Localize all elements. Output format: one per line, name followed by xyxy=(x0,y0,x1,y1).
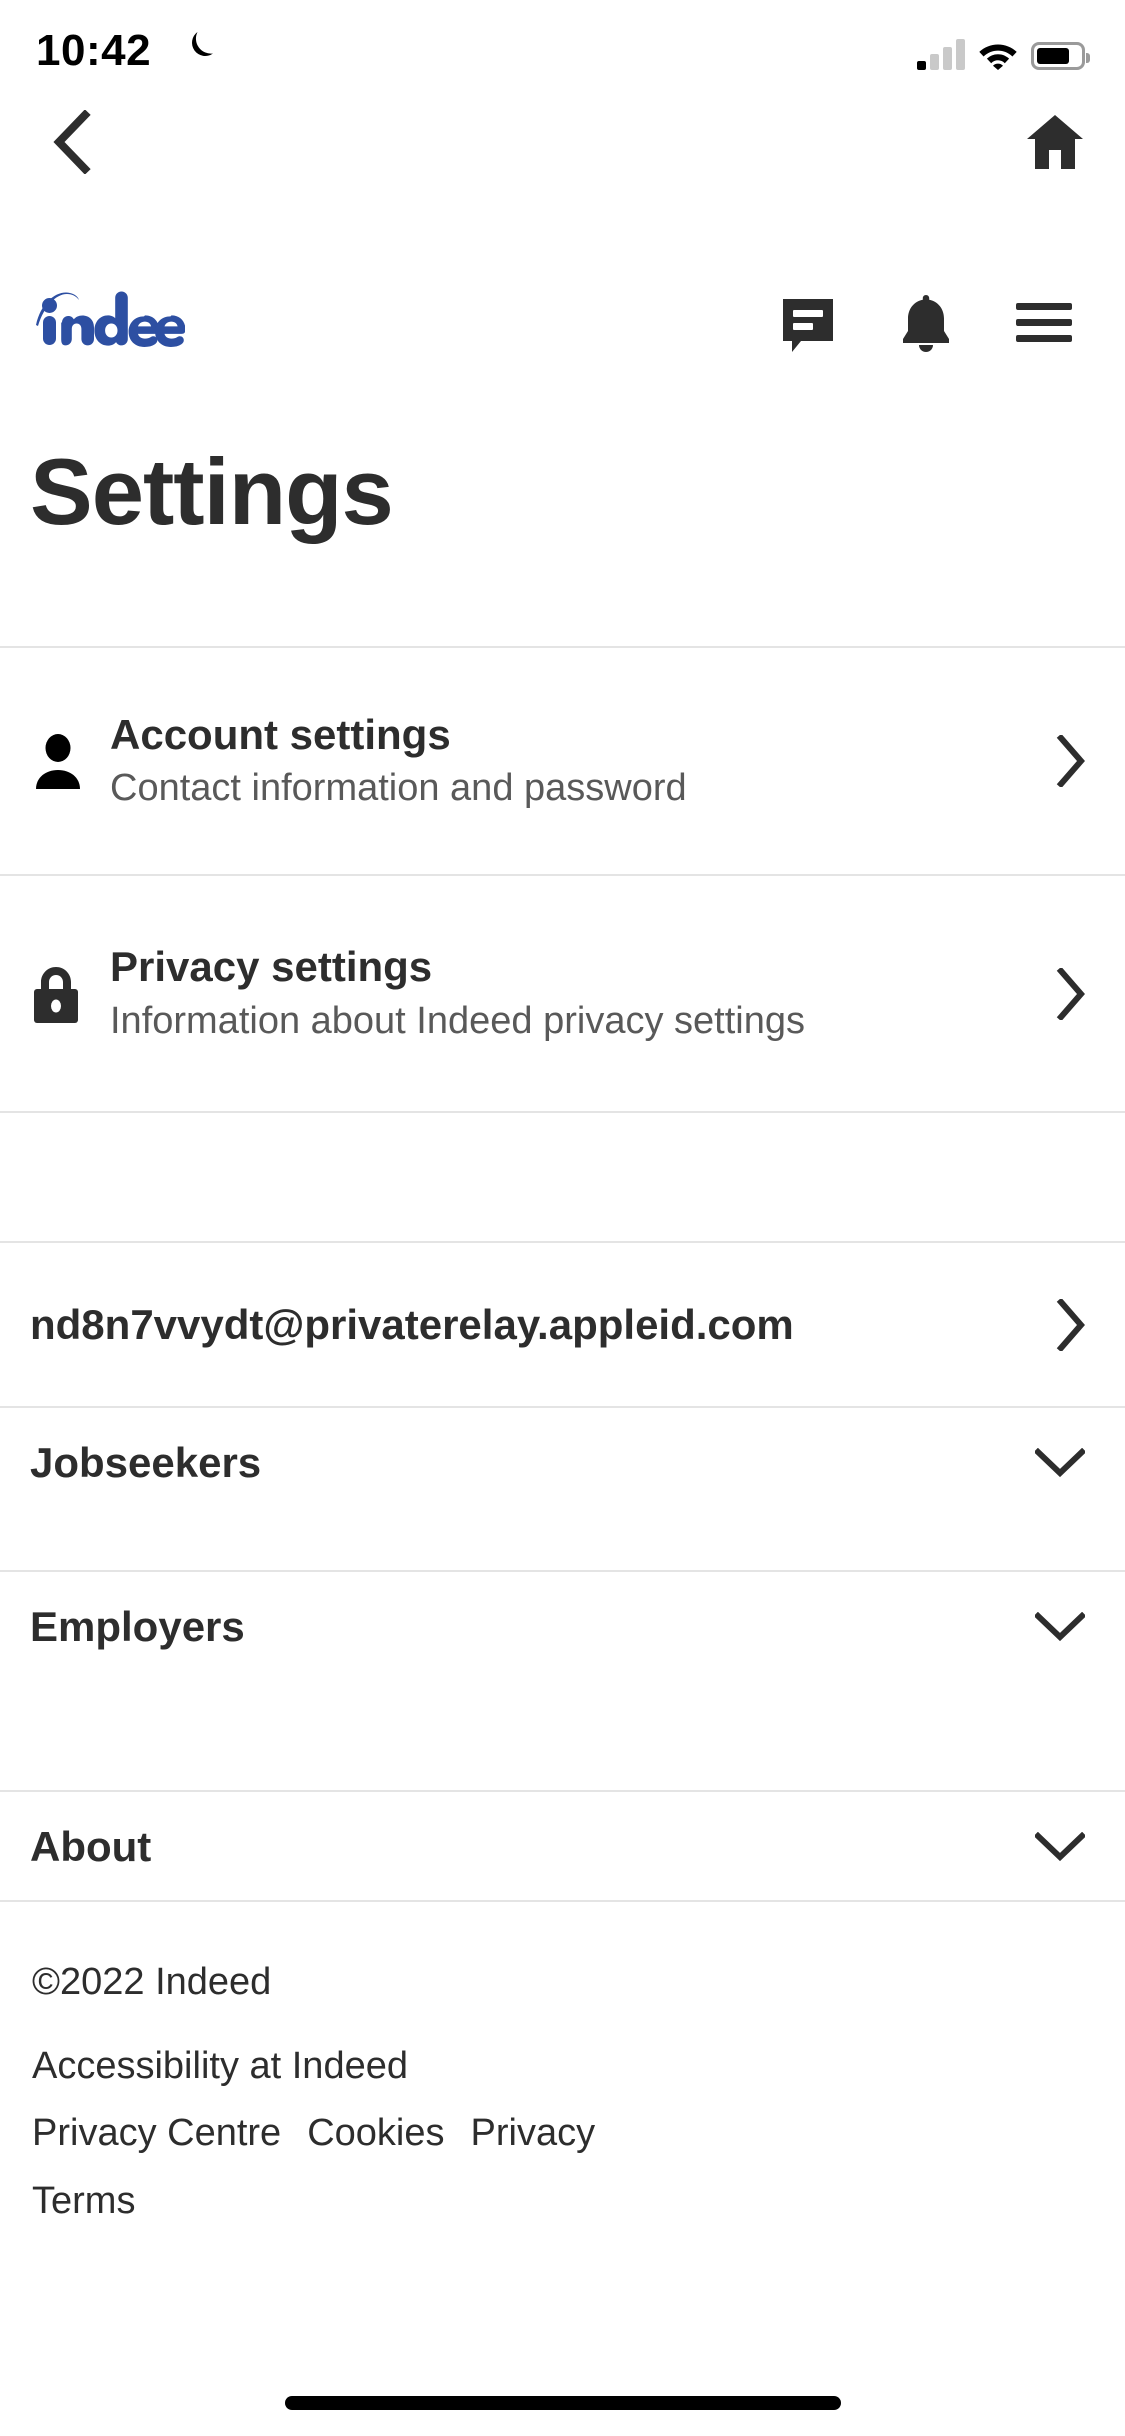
chevron-left-icon xyxy=(53,110,91,174)
divider xyxy=(0,1111,1125,1113)
home-icon xyxy=(1027,115,1083,169)
footer-link-cookies[interactable]: Cookies xyxy=(307,2111,444,2157)
lock-icon xyxy=(34,966,78,1023)
wifi-icon xyxy=(979,44,1017,70)
crescent-moon-icon xyxy=(191,32,213,57)
back-button[interactable] xyxy=(30,100,114,184)
home-indicator[interactable] xyxy=(284,2396,841,2410)
accordion-jobseekers[interactable]: Jobseekers xyxy=(0,1408,1125,1518)
chevron-down-icon xyxy=(1035,1448,1085,1478)
footer-links: Accessibility at Indeed Privacy Centre C… xyxy=(32,2044,672,2225)
menu-item-title: Account settings xyxy=(110,710,451,758)
chevron-down-icon xyxy=(1035,1832,1085,1862)
bell-icon xyxy=(903,295,949,352)
status-indicators xyxy=(917,28,1090,70)
account-email: nd8n7vvydt@privaterelay.appleid.com xyxy=(30,1300,794,1348)
status-time: 10:42 xyxy=(36,26,152,75)
chevron-wrap xyxy=(1035,1448,1095,1478)
chevron-right-icon xyxy=(1056,967,1085,1020)
chevron-right-icon xyxy=(1056,735,1085,787)
accordion-employers[interactable]: Employers xyxy=(0,1572,1125,1682)
accordion-about[interactable]: About xyxy=(0,1792,1125,1902)
chevron-wrap xyxy=(1035,1612,1095,1642)
header-actions xyxy=(749,275,1103,371)
menu-item-text: Privacy settings Information about Indee… xyxy=(110,942,1035,1044)
person-icon xyxy=(36,734,80,789)
message-bubble-icon xyxy=(783,299,833,352)
menu-item-subtitle: Information about Indeed privacy setting… xyxy=(110,999,805,1042)
chevron-wrap xyxy=(1035,735,1095,787)
footer-link-terms[interactable]: Terms xyxy=(32,2179,135,2225)
menu-item-privacy-settings[interactable]: Privacy settings Information about Indee… xyxy=(0,876,1125,1111)
account-email-row[interactable]: nd8n7vvydt@privaterelay.appleid.com xyxy=(0,1243,1125,1406)
lock-icon-wrap xyxy=(30,965,110,1023)
chevron-down-icon xyxy=(1035,1612,1085,1642)
footer: ©2022 Indeed Accessibility at Indeed Pri… xyxy=(32,1960,1092,2224)
copyright-text: ©2022 Indeed xyxy=(32,1961,272,2003)
messages-button[interactable] xyxy=(749,275,867,371)
home-button[interactable] xyxy=(1013,100,1097,184)
menu-item-account-settings[interactable]: Account settings Contact information and… xyxy=(0,648,1125,874)
hamburger-menu-icon xyxy=(1016,303,1072,342)
person-icon-wrap xyxy=(30,733,110,789)
status-bar: 10:42 xyxy=(0,0,1125,95)
accordion-label: Employers xyxy=(30,1603,245,1650)
chevron-wrap xyxy=(1035,1832,1095,1862)
accordion-label: Jobseekers xyxy=(30,1439,262,1486)
app-screen: 10:42 Settings Account settings Contact … xyxy=(0,0,1125,2436)
chevron-wrap xyxy=(1035,967,1095,1020)
page-title: Settings xyxy=(30,439,394,544)
footer-link-privacy-centre[interactable]: Privacy Centre xyxy=(32,2111,281,2157)
chevron-right-icon xyxy=(1056,1298,1085,1351)
notifications-button[interactable] xyxy=(867,275,985,371)
site-header xyxy=(0,275,1125,395)
indeed-logo[interactable] xyxy=(33,285,186,347)
cellular-signal-icon xyxy=(917,38,965,70)
menu-item-title: Privacy settings xyxy=(110,943,433,991)
battery-icon xyxy=(1031,42,1090,70)
menu-button[interactable] xyxy=(985,275,1103,371)
chevron-wrap xyxy=(1035,1298,1095,1351)
footer-link-privacy[interactable]: Privacy xyxy=(471,2111,596,2157)
indeed-logo-icon xyxy=(36,291,186,347)
menu-item-subtitle: Contact information and password xyxy=(110,767,687,810)
menu-item-text: Account settings Contact information and… xyxy=(110,710,1035,812)
browser-nav-bar xyxy=(0,95,1125,190)
footer-link-accessibility[interactable]: Accessibility at Indeed xyxy=(32,2044,408,2090)
accordion-label: About xyxy=(30,1823,152,1870)
